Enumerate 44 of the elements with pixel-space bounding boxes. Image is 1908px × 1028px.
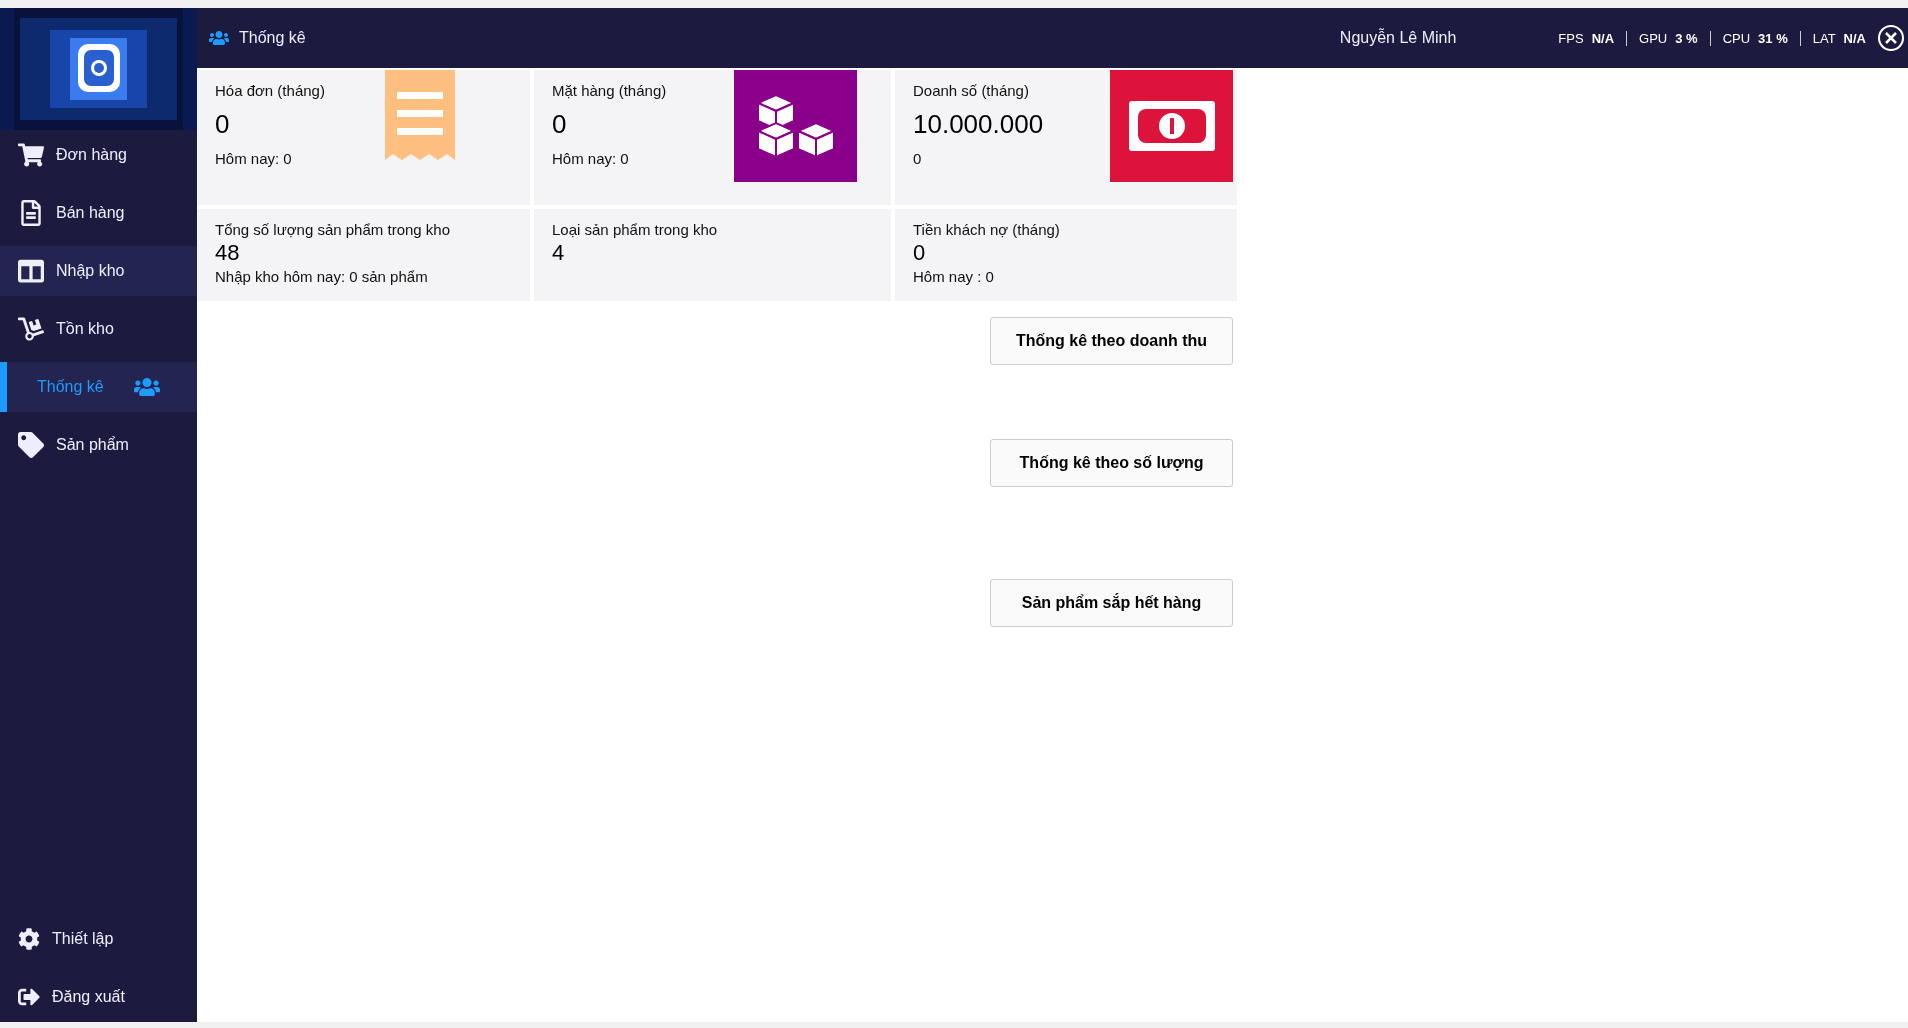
page-title: Thống kê [239, 29, 306, 47]
columns-icon [18, 258, 44, 284]
sidebar-item[interactable]: Bán hàng [0, 188, 197, 238]
card-subtitle: Hôm nay: 0 [552, 150, 630, 167]
cart-icon [18, 142, 44, 168]
document-icon [18, 200, 44, 226]
card-title: Loại sản phẩm trong kho [552, 221, 718, 238]
card-value: 0 [913, 240, 927, 266]
card-title: Tổng số lượng sản phẩm trong kho [215, 221, 450, 238]
tag-icon [18, 432, 44, 458]
banknote-icon [1128, 101, 1215, 151]
stats-button[interactable]: Thống kê theo số lượng [990, 439, 1233, 487]
dolly-icon [18, 316, 44, 342]
card-subtitle: Hôm nay: 0 [215, 150, 293, 167]
overlay-stat: FPS N/A [1557, 30, 1616, 46]
sidebar-item[interactable]: Đăng xuất [0, 972, 197, 1022]
close-icon[interactable] [1878, 25, 1904, 51]
card-value: 0 [215, 109, 231, 140]
settings-icon [18, 928, 40, 950]
card-value: 4 [552, 240, 566, 266]
overlay-stat: LAT N/A [1799, 30, 1878, 46]
card-title: Doanh số (tháng) [913, 82, 1030, 99]
card-subtitle: Hôm nay : 0 [913, 268, 995, 285]
logout-icon [18, 986, 40, 1008]
card-title: Hóa đơn (tháng) [215, 82, 325, 99]
card-title: Mặt hàng (tháng) [552, 82, 667, 99]
card-subtitle: 0 [913, 150, 923, 167]
sidebar-item[interactable]: Thiết lập [0, 914, 197, 964]
card-title: Tiền khách nợ (tháng) [913, 221, 1060, 238]
stats-button[interactable]: Thống kê theo doanh thu [990, 317, 1233, 365]
sidebar-item[interactable]: Đơn hàng [0, 130, 197, 180]
overlay-stat: GPU 3 % [1626, 30, 1710, 46]
sidebar-item[interactable]: Thống kê [0, 362, 197, 412]
stats-button[interactable]: Sản phẩm sắp hết hàng [990, 579, 1233, 627]
card-value: 48 [215, 240, 241, 266]
card-value: 0 [552, 109, 568, 140]
user-name: Nguyễn Lê Minh [1339, 29, 1457, 47]
sidebar-item[interactable]: Sản phẩm [0, 420, 197, 470]
people-icon [209, 28, 229, 48]
card-value: 10.000.000 [913, 109, 1044, 140]
sidebar-item[interactable]: Tồn kho [0, 304, 197, 354]
card-subtitle: Nhập kho hôm nay: 0 sản phẩm [215, 268, 429, 285]
overlay-stat: CPU 31 % [1709, 30, 1800, 46]
sidebar-item[interactable]: Nhập kho [0, 246, 197, 296]
